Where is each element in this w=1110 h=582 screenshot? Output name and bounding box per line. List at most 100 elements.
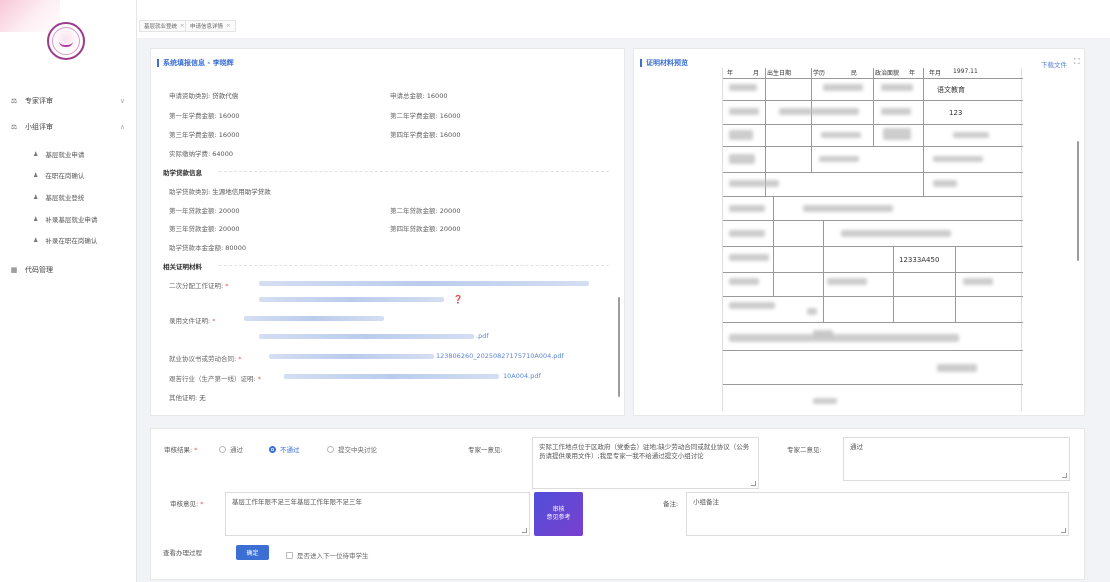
field-total-amount: 申请总金额: 16000 (390, 92, 448, 100)
sidebar-subitem-grassroots-apply[interactable]: ♟ 基层就业申请 (0, 147, 137, 161)
proof2-file-link[interactable] (244, 316, 384, 321)
view-process-link[interactable]: 查看办理过程 (163, 547, 202, 557)
field-loan1: 第一年贷款金额: 20000 (169, 207, 240, 215)
expert1-label: 专家一意见: (468, 446, 503, 454)
field-loan4: 第四年贷款金额: 20000 (390, 225, 461, 233)
doc-cell: 学历 (813, 70, 826, 77)
proof2-file-link[interactable] (259, 334, 474, 339)
sidebar: ⚖ 专家评审 ∨ ⚖ 小组评审 ∧ ♟ 基层就业申请 ♟ 在职在岗确认 ♟ 基层就业登… (0, 0, 137, 582)
expert2-opinion-field[interactable]: 通过 (843, 437, 1070, 481)
doc-cell: 年 (727, 70, 734, 77)
document-preview: 年 月 出生日期 学历 民 政治面貌 年 年月 1997.11 语文教育 123… (722, 68, 1023, 411)
proof4-file-tail[interactable]: 10A004.pdf (503, 372, 541, 380)
user-icon: ♟ (33, 150, 39, 158)
radio-central-discussion[interactable]: 提交中央讨论 (327, 444, 377, 454)
resize-handle-icon (751, 481, 756, 486)
field-year1-fee: 第一年学费金额: 16000 (169, 112, 240, 120)
result-label: 审核结果: * (164, 446, 198, 454)
panel-title: 证明材料预览 (640, 59, 688, 67)
section-loan-info: 助学贷款信息 (163, 169, 202, 177)
proof3-file-link[interactable] (269, 354, 434, 359)
panel-title: 系统填报信息 - 李晓辉 (157, 59, 234, 67)
sidebar-item-label: 在职在岗确认 (45, 172, 85, 180)
fullscreen-icon[interactable]: ⛶ (1074, 57, 1080, 67)
field-loan-total: 助学贷款本金金额: 80000 (169, 244, 246, 252)
scrollbar[interactable] (618, 297, 620, 397)
doc-cell: 月 (753, 70, 760, 77)
doc-code: 123 (949, 109, 963, 117)
sidebar-item-expert-review[interactable]: ⚖ 专家评审 ∨ (0, 93, 137, 109)
sidebar-item-label: 小组评审 (25, 123, 53, 131)
field-actual-fee: 实际缴纳学费: 64000 (169, 150, 233, 158)
field-app-type: 申请资助类别: 贷款代偿 (169, 92, 239, 100)
sidebar-item-label: 基层就业登统 (45, 194, 85, 202)
sidebar-item-label: 代码管理 (25, 266, 53, 274)
field-proof3: 就业协议书或劳动合同: * (169, 355, 242, 363)
sidebar-subitem-grassroots-register[interactable]: ♟ 基层就业登统 (0, 190, 137, 204)
expert1-opinion-field[interactable]: 实际工作地点位于区政府（党委会）驻地;缺少劳动合同或就业协议（公务员请提供录用文… (532, 437, 759, 489)
close-icon[interactable]: × (180, 23, 185, 29)
sidebar-subitem-onduty-confirm[interactable]: ♟ 在职在岗确认 (0, 168, 137, 182)
tab-application-detail[interactable]: 申请信息详情 × (185, 20, 236, 32)
help-icon[interactable]: ❓ (453, 295, 463, 304)
proof1-file-link[interactable] (259, 281, 589, 286)
proof1-file-link[interactable] (259, 297, 444, 302)
expert2-label: 专家二意见: (787, 446, 822, 454)
sidebar-item-group-review[interactable]: ⚖ 小组评审 ∧ (0, 119, 137, 135)
sidebar-item-label: 补录基层就业申请 (45, 216, 98, 224)
field-year2-fee: 第二年学费金额: 16000 (390, 112, 461, 120)
field-loan-type: 助学贷款类别: 生源地信用助学贷款 (169, 188, 271, 196)
field-proof4: 艰苦行业（生产第一线）证明: * (169, 375, 262, 383)
resize-handle-icon (1061, 528, 1066, 533)
table-icon: ▦ (10, 266, 18, 274)
user-icon: ♟ (33, 193, 39, 201)
field-loan2: 第二年贷款金额: 20000 (390, 207, 461, 215)
opinion-label: 审核意见: * (170, 500, 204, 508)
scrollbar[interactable] (1077, 141, 1079, 261)
tab-grassroots-register[interactable]: 基层就业登统 × (139, 20, 190, 32)
proof3-file-tail[interactable]: 123806260_20250827175710A004.pdf (436, 352, 564, 360)
logo (47, 22, 85, 60)
remark-field[interactable]: 小组备注 (686, 492, 1069, 536)
sidebar-item-label: 专家评审 (25, 97, 53, 105)
radio-fail[interactable]: 不通过 (269, 444, 300, 454)
field-year4-fee: 第四年学费金额: 16000 (390, 131, 461, 139)
resize-handle-icon (522, 528, 527, 533)
doc-cell: 出生日期 (767, 70, 792, 77)
user-icon: ♟ (33, 171, 39, 179)
next-student-checkbox[interactable]: 是否进入下一位待审学生 (286, 550, 369, 560)
section-proof-materials: 相关证明材料 (163, 263, 202, 271)
sidebar-subitem-supplement-confirm[interactable]: ♟ 补录在职在岗确认 (0, 233, 137, 247)
chevron-up-icon: ∧ (119, 123, 125, 131)
tab-label: 基层就业登统 (144, 24, 178, 30)
divider (219, 265, 609, 266)
download-file-link[interactable]: 下载文件 (1041, 59, 1067, 69)
chevron-down-icon: ∨ (119, 97, 125, 105)
info-panel: 系统填报信息 - 李晓辉 申请资助类别: 贷款代偿 申请总金额: 16000 第… (150, 48, 625, 416)
review-icon: ⚖ (10, 97, 18, 105)
ai-opinion-reference-button[interactable]: 审核 意见参考 (534, 492, 583, 536)
tab-label: 申请信息详情 (190, 24, 224, 30)
doc-cell: 民 (851, 70, 858, 77)
doc-cell: 政治面貌 (875, 70, 900, 77)
sidebar-item-label: 基层就业申请 (45, 151, 85, 159)
close-icon[interactable]: × (226, 23, 231, 29)
field-loan3: 第三年贷款金额: 20000 (169, 225, 240, 233)
user-icon: ♟ (33, 236, 39, 244)
sidebar-item-code-management[interactable]: ▦ 代码管理 (0, 262, 137, 278)
doc-long-code: 12333A450 (899, 256, 940, 264)
field-other-proof: 其他证明: 无 (169, 394, 206, 402)
confirm-button[interactable]: 确定 (236, 545, 269, 560)
proof4-file-link[interactable] (284, 374, 499, 379)
sidebar-subitem-supplement-apply[interactable]: ♟ 补录基层就业申请 (0, 212, 137, 226)
resize-handle-icon (1062, 473, 1067, 478)
doc-cell: 年月 (929, 70, 942, 77)
user-icon: ♟ (33, 215, 39, 223)
field-proof2: 录用文件证明: * (169, 317, 216, 325)
proof2-file-tail[interactable]: .pdf (476, 332, 489, 340)
review-icon: ⚖ (10, 123, 18, 131)
opinion-field[interactable]: 基层工作年限不足三年基层工作年限不足三年 (225, 492, 530, 536)
field-proof1: 二次分配工作证明: * (169, 282, 229, 290)
tab-bar: 基层就业登统 × 申请信息详情 × (137, 0, 1110, 38)
radio-pass[interactable]: 通过 (219, 444, 243, 454)
